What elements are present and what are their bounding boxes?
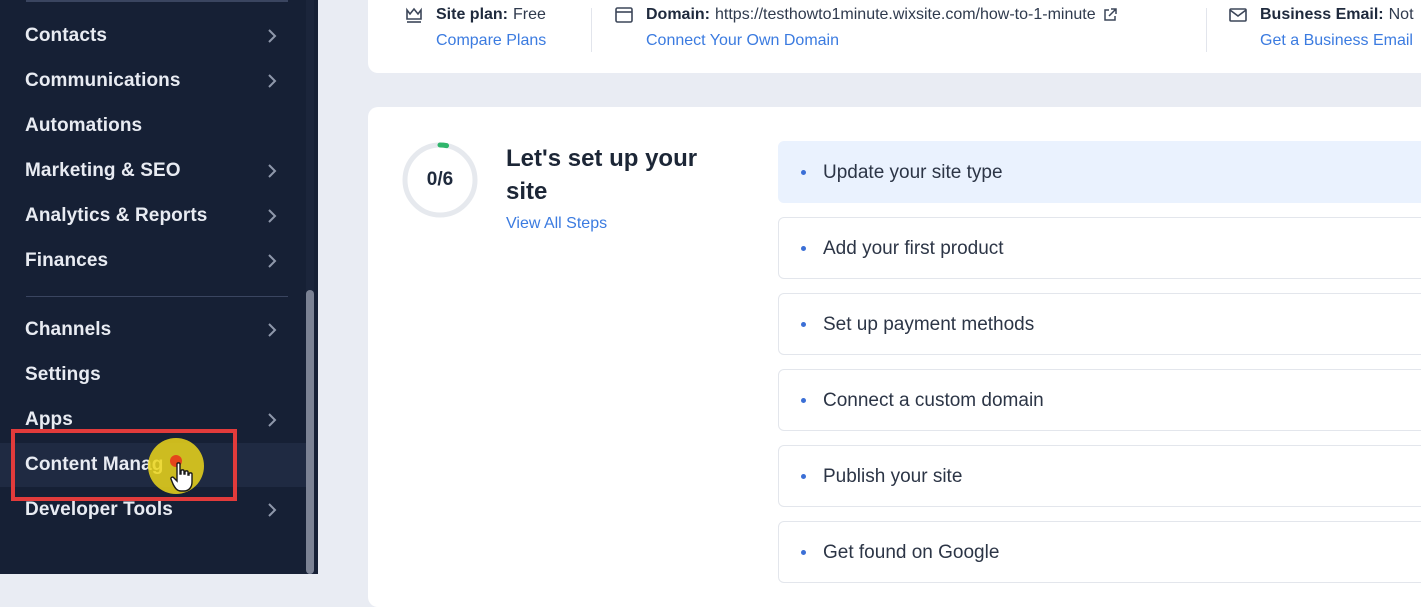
external-link-icon[interactable] — [1102, 7, 1118, 23]
sidebar-item-marketing-seo[interactable]: Marketing & SEO — [0, 149, 306, 193]
site-info-card: Site plan: Free Compare Plans Domain: ht… — [368, 0, 1421, 73]
sidebar-item-label: Automations — [25, 115, 143, 136]
sidebar-item-label: Contacts — [25, 25, 108, 46]
sidebar-item-label: Finances — [25, 250, 109, 271]
setup-step[interactable]: Publish your site — [778, 445, 1421, 507]
bullet-icon — [801, 170, 806, 175]
setup-step-label: Get found on Google — [823, 542, 1000, 563]
bullet-icon — [801, 322, 806, 327]
sidebar-item-automations[interactable]: Automations — [0, 104, 306, 148]
chevron-right-icon — [264, 28, 280, 44]
setup-step-label: Set up payment methods — [823, 314, 1035, 335]
connect-domain-link[interactable]: Connect Your Own Domain — [646, 32, 1118, 50]
bullet-icon — [801, 246, 806, 251]
sidebar-item-apps[interactable]: Apps — [0, 398, 306, 442]
chevron-right-icon — [264, 502, 280, 518]
compare-plans-link[interactable]: Compare Plans — [436, 32, 546, 50]
setup-step[interactable]: Set up payment methods — [778, 293, 1421, 355]
chevron-right-icon — [264, 322, 280, 338]
chevron-right-icon — [264, 412, 280, 428]
setup-step-label: Update your site type — [823, 162, 1003, 183]
domain-value: https://testhowto1minute.wixsite.com/how… — [715, 6, 1096, 23]
site-plan-info: Site plan: Free Compare Plans — [404, 6, 546, 50]
info-separator — [1206, 8, 1207, 52]
sidebar-item-label: Settings — [25, 364, 101, 385]
hand-cursor-icon — [170, 461, 194, 493]
sidebar-item-label: Developer Tools — [25, 499, 173, 520]
setup-step[interactable]: Connect a custom domain — [778, 369, 1421, 431]
chevron-right-icon — [264, 73, 280, 89]
chevron-right-icon — [264, 253, 280, 269]
sidebar-divider — [26, 296, 288, 297]
sidebar-item-communications[interactable]: Communications — [0, 59, 306, 103]
bullet-icon — [801, 550, 806, 555]
setup-step-label: Connect a custom domain — [823, 390, 1044, 411]
sidebar-item-settings[interactable]: Settings — [0, 353, 306, 397]
sidebar-item-label: Communications — [25, 70, 181, 91]
progress-count: 0/6 — [426, 169, 454, 190]
mail-icon — [1229, 8, 1247, 22]
sidebar-item-label: Analytics & Reports — [25, 205, 208, 226]
sidebar-scrollbar-thumb[interactable] — [306, 290, 314, 574]
business-email-label: Business Email: — [1260, 6, 1384, 23]
sidebar-item-contacts[interactable]: Contacts — [0, 14, 306, 58]
setup-step-label: Add your first product — [823, 238, 1004, 259]
sidebar-item-label: Content Manag — [25, 454, 164, 475]
chevron-right-icon — [264, 163, 280, 179]
sidebar-item-channels[interactable]: Channels — [0, 308, 306, 352]
info-separator — [591, 8, 592, 52]
business-email-value: Not — [1388, 6, 1414, 23]
bullet-icon — [801, 474, 806, 479]
bullet-icon — [801, 398, 806, 403]
sidebar-item-label: Marketing & SEO — [25, 160, 181, 181]
domain-label: Domain: — [646, 6, 710, 23]
setup-title: Let's set up your site — [506, 145, 698, 205]
browser-icon — [615, 7, 633, 23]
sidebar-item-label: Apps — [25, 409, 73, 430]
sidebar-item-label: Channels — [25, 319, 112, 340]
sidebar-item-developer-tools[interactable]: Developer Tools — [0, 488, 306, 532]
chevron-right-icon — [264, 208, 280, 224]
sidebar: Contacts Communications Automations Mark… — [0, 0, 318, 574]
domain-info: Domain: https://testhowto1minute.wixsite… — [614, 6, 1118, 50]
setup-step[interactable]: Update your site type — [778, 141, 1421, 203]
sidebar-item-finances[interactable]: Finances — [0, 239, 306, 283]
crown-icon — [406, 7, 422, 23]
site-plan-label: Site plan: — [436, 6, 509, 23]
setup-step[interactable]: Add your first product — [778, 217, 1421, 279]
get-business-email-link[interactable]: Get a Business Email — [1260, 32, 1414, 50]
business-email-info: Business Email: Not Get a Business Email — [1228, 6, 1414, 50]
sidebar-top-divider — [26, 0, 288, 2]
setup-step-label: Publish your site — [823, 466, 963, 487]
view-all-steps-link[interactable]: View All Steps — [506, 215, 607, 233]
sidebar-item-analytics-reports[interactable]: Analytics & Reports — [0, 194, 306, 238]
site-plan-value: Free — [513, 6, 546, 23]
